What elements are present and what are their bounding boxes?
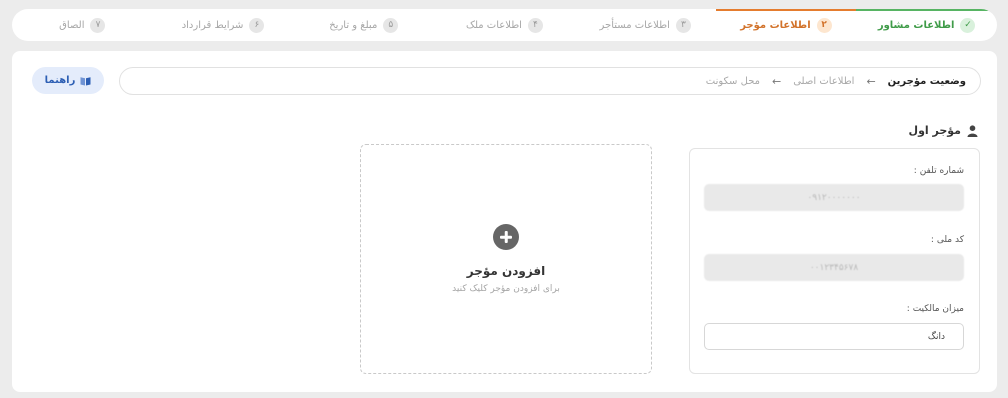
step-label: مبلغ و تاریخ [329,19,378,31]
step-label: اطلاعات ملک [466,19,522,31]
ownership-label: میزان مالکیت : [906,304,964,314]
help-button[interactable]: راهنما [32,67,104,94]
arrow-left-icon: ← [866,74,876,88]
phone-field[interactable]: ۰۹۱۲۰۰۰۰۰۰۰ [704,184,964,211]
plus-circle-icon [493,224,519,250]
breadcrumb: وضعیت مؤجرین ← اطلاعات اصلی ← محل سکونت [119,67,981,95]
add-landlord-title: افزودن مؤجر [466,264,546,278]
step-number: ۶ [249,17,265,33]
step-label: اطلاعات مشاور [877,19,955,31]
step-number: ۷ [90,17,106,33]
step-contract-terms[interactable]: ۶ شرایط قرارداد [153,9,294,41]
step-amount-date[interactable]: ۵ مبلغ و تاریخ [293,9,434,41]
user-icon [967,124,978,137]
help-button-label: راهنما [44,75,76,86]
step-tenant-info[interactable]: ۳ اطلاعات مستأجر [575,9,716,41]
step-number: ۳ [675,17,691,33]
step-property-info[interactable]: ۴ اطلاعات ملک [434,9,575,41]
progress-stepper: ✓ اطلاعات مشاور ۲ اطلاعات مؤجر ۳ اطلاعات… [12,9,997,41]
step-attachments[interactable]: ۷ الصاق [12,9,153,41]
check-icon: ✓ [960,17,976,33]
step-label: اطلاعات مستأجر [599,19,670,31]
step-label: اطلاعات مؤجر [740,19,811,31]
step-number: ۴ [527,17,543,33]
breadcrumb-current: وضعیت مؤجرین [887,75,966,87]
step-advisor-info[interactable]: ✓ اطلاعات مشاور [856,9,997,41]
breadcrumb-item-main-info[interactable]: اطلاعات اصلی [793,76,854,87]
section-title-text: مؤجر اول [908,124,961,137]
arrow-left-icon: ← [772,74,782,88]
add-landlord-card[interactable]: افزودن مؤجر برای افزودن مؤجر کلیک کنید [360,144,652,374]
breadcrumb-item-residence[interactable]: محل سکونت [706,76,760,87]
step-label: الصاق [59,19,85,31]
section-title: مؤجر اول [909,124,978,137]
book-icon [80,76,91,85]
add-landlord-subtitle: برای افزودن مؤجر کلیک کنید [452,284,560,294]
landlord-form: شماره تلفن : ۰۹۱۲۰۰۰۰۰۰۰ کد ملی : ۰۰۱۲۳۴… [689,148,980,374]
step-number: ۵ [383,17,399,33]
step-number: ۲ [816,17,832,33]
national-id-field[interactable]: ۰۰۱۲۳۴۵۶۷۸ [704,254,964,281]
step-landlord-info[interactable]: ۲ اطلاعات مؤجر [715,9,857,41]
ownership-select[interactable]: دانگ [704,323,964,350]
phone-label: شماره تلفن : [913,166,964,176]
main-card: وضعیت مؤجرین ← اطلاعات اصلی ← محل سکونت … [12,51,997,392]
national-id-label: کد ملی : [930,235,964,245]
step-label: شرایط قرارداد [181,19,244,31]
